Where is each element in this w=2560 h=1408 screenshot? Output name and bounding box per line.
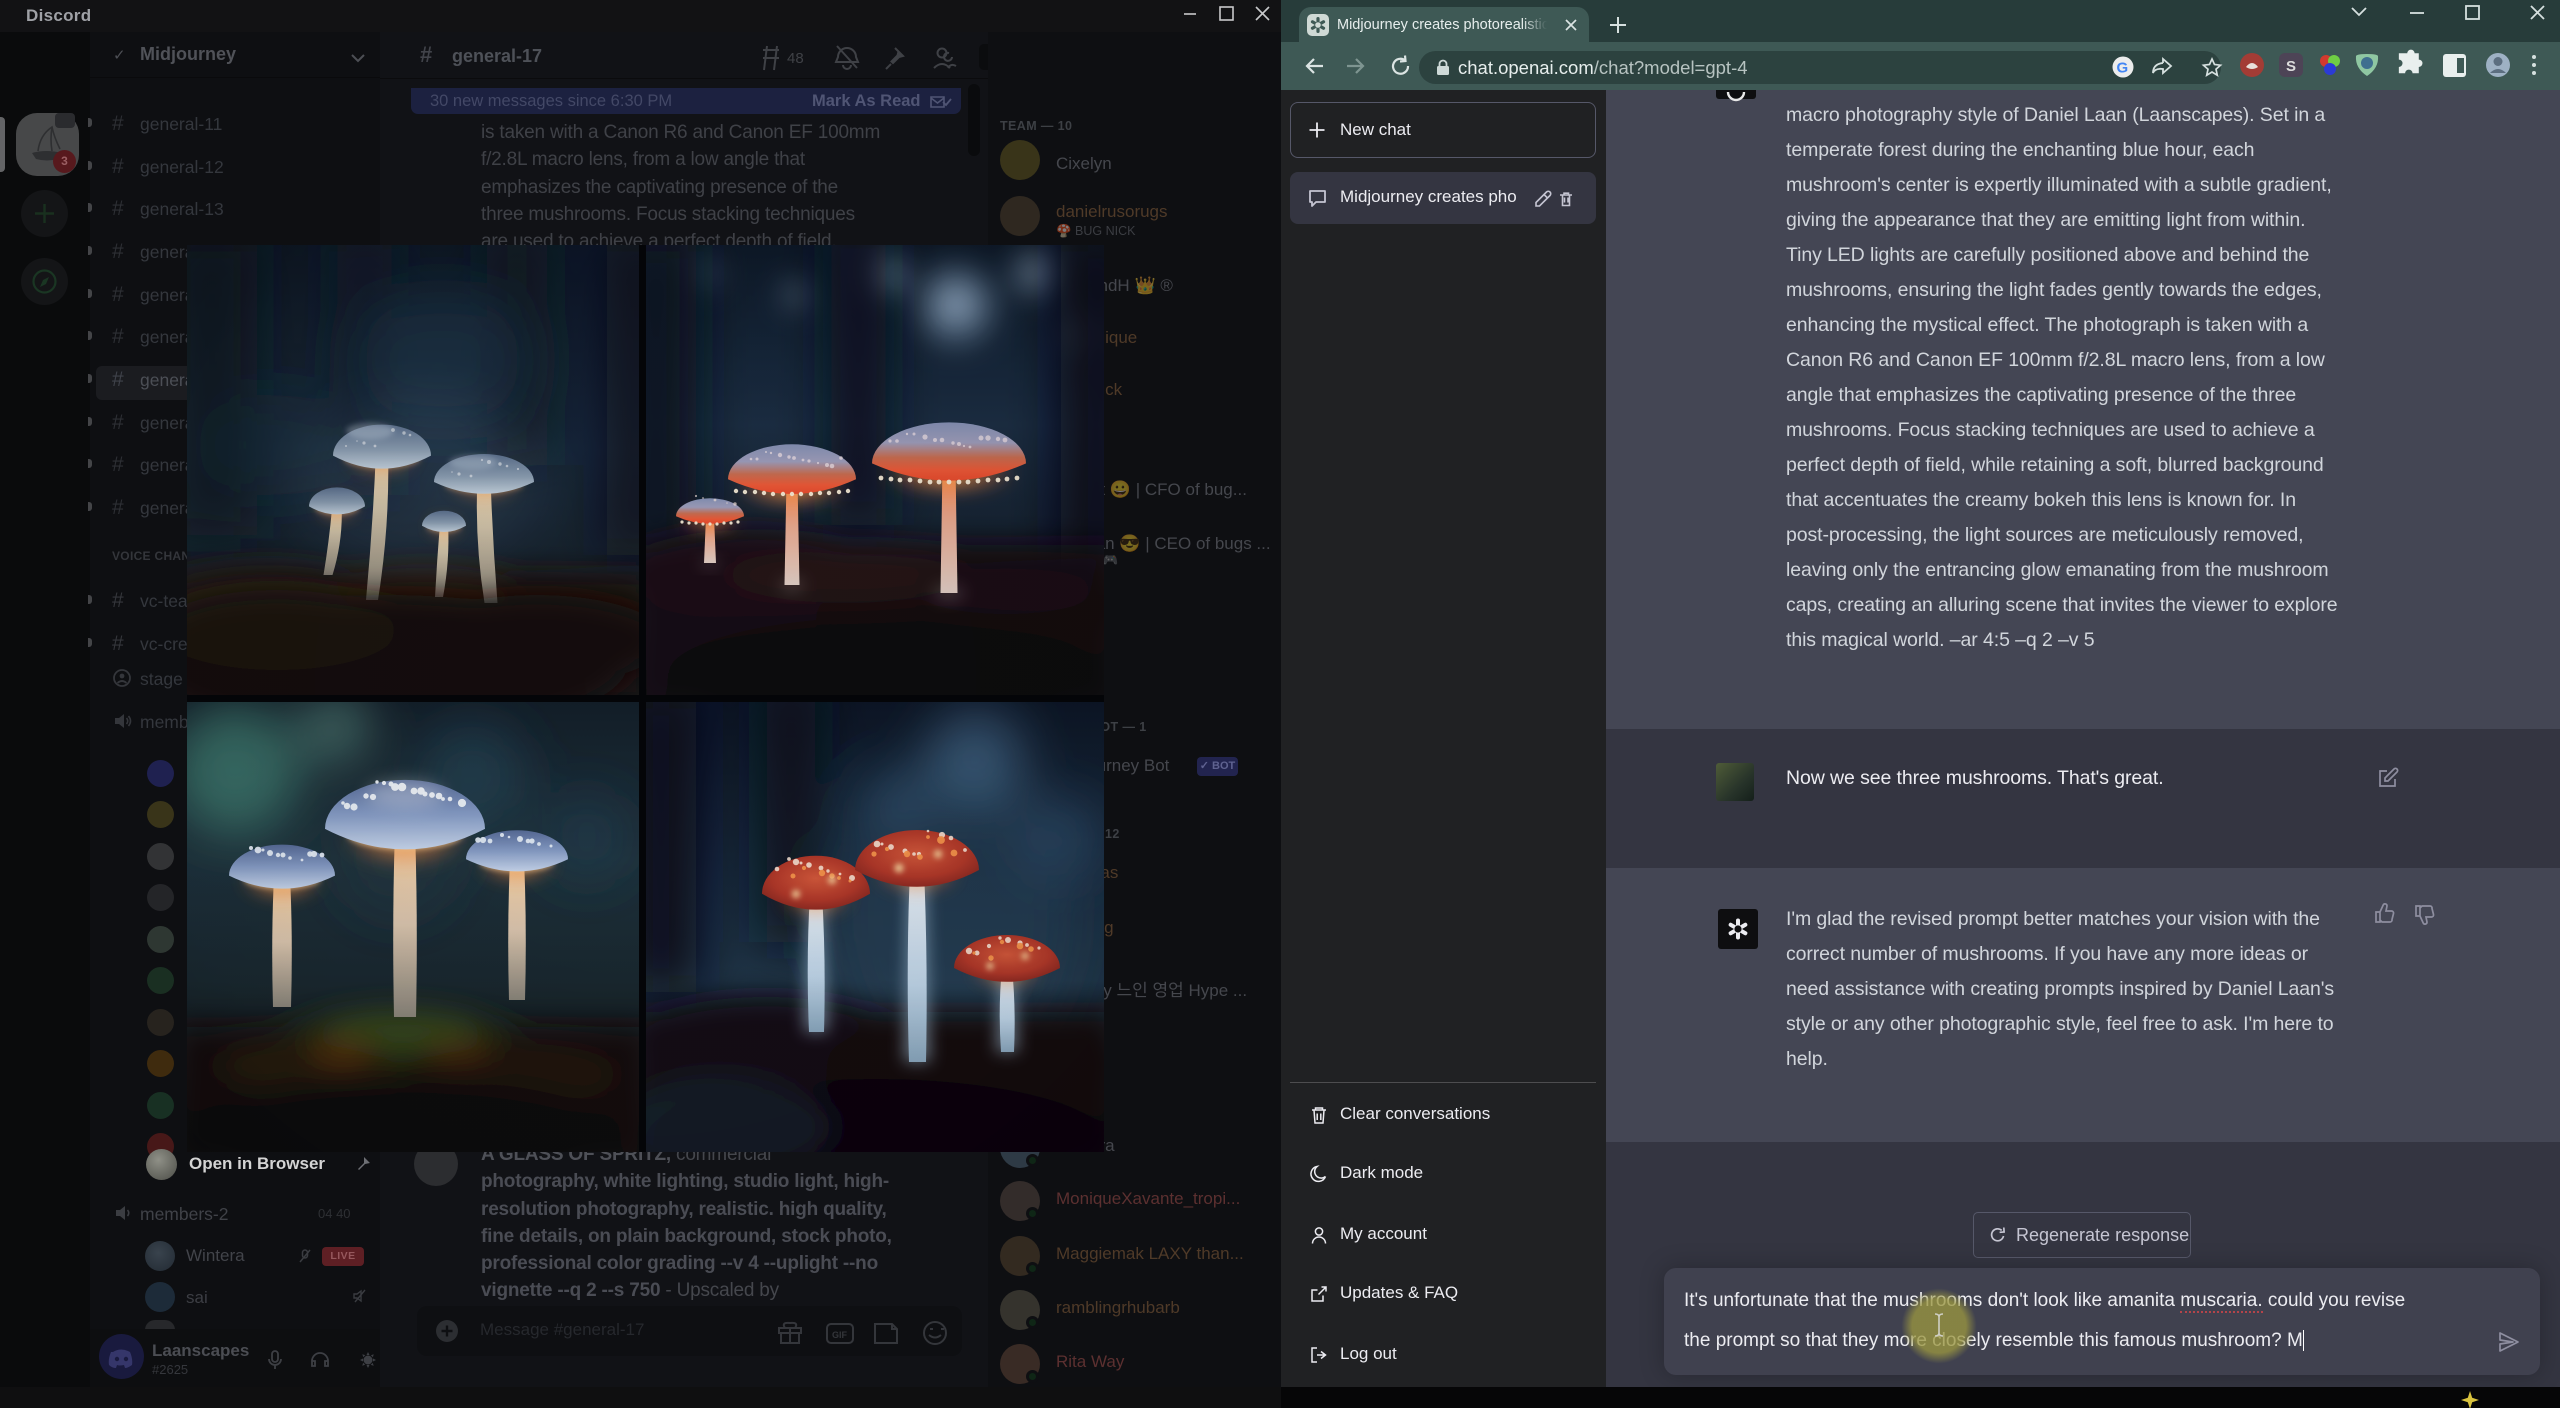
svg-text:G: G (2117, 60, 2129, 77)
svg-text:GIF: GIF (832, 1330, 848, 1340)
svg-text:S: S (2286, 58, 2296, 75)
svg-text:48: 48 (787, 50, 804, 67)
